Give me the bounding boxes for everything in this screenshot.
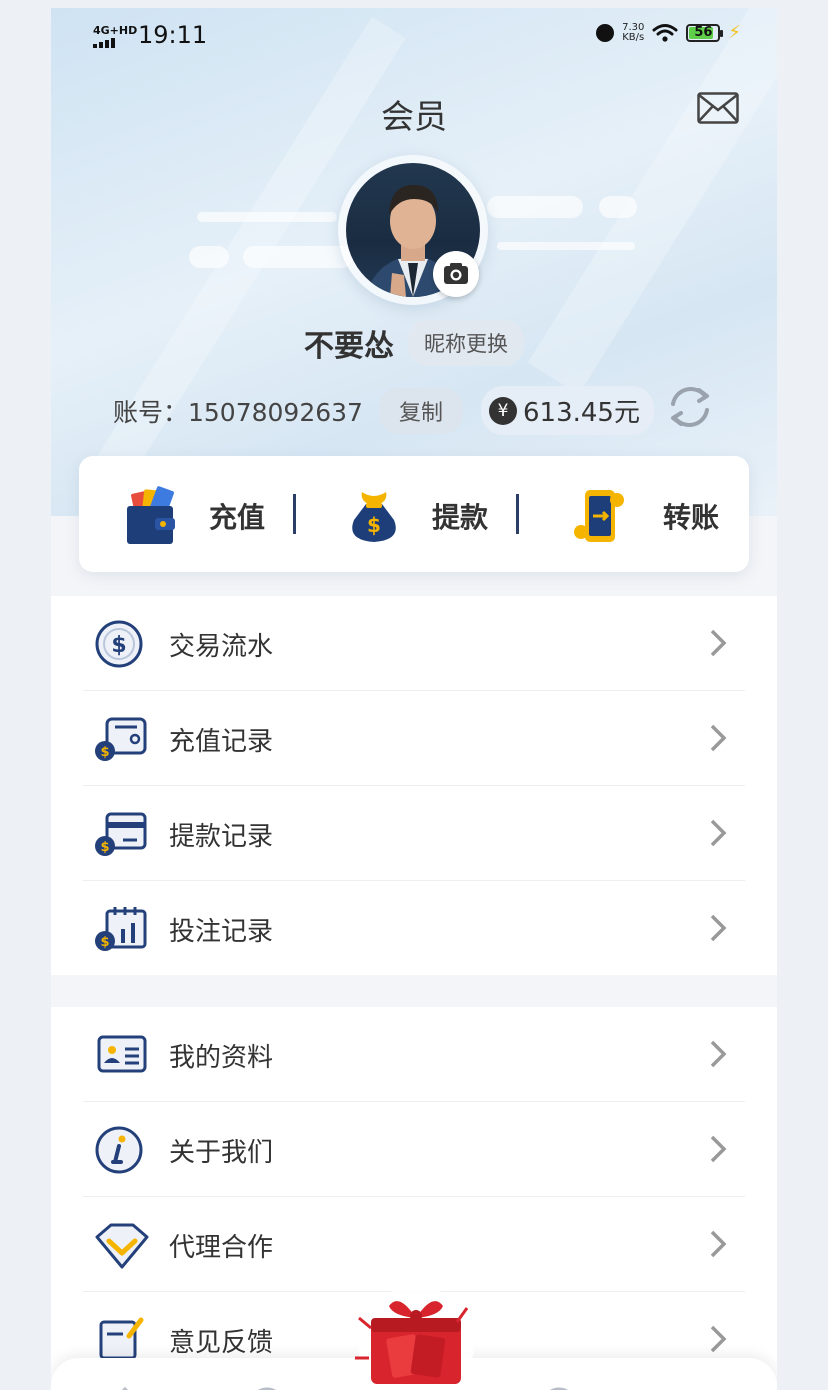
nickname: 不要怂 xyxy=(304,329,394,364)
status-time: 19:11 xyxy=(138,21,208,49)
withdraw-action[interactable]: $ 提款 xyxy=(302,456,525,572)
list-item-label: 代理合作 xyxy=(169,1233,274,1263)
records-list: $ 交易流水 $ 充值记录 $ 提款记录 $ 投注记录 xyxy=(51,596,777,975)
list-item-bet-records[interactable]: $ 投注记录 xyxy=(83,881,745,975)
network-speed: 7.30 KB/s xyxy=(622,21,645,43)
camera-icon[interactable] xyxy=(433,251,479,297)
recharge-label: 充值 xyxy=(209,501,266,534)
transfer-phone-icon xyxy=(574,490,624,542)
list-item-label: 交易流水 xyxy=(169,632,274,662)
yen-icon: ¥ xyxy=(488,396,517,425)
info-icon xyxy=(95,1126,143,1174)
list-item-label: 关于我们 xyxy=(169,1138,274,1168)
svg-text:$: $ xyxy=(100,745,109,760)
chevron-right-icon xyxy=(710,1230,727,1258)
chevron-right-icon xyxy=(710,819,727,847)
red-packet-gift-icon[interactable] xyxy=(349,1278,483,1390)
quick-actions-card: 充值 $ 提款 转账 xyxy=(79,456,749,572)
dollar-coin-icon: $ xyxy=(95,620,143,668)
list-item-label: 投注记录 xyxy=(169,917,274,947)
list-item-about-us[interactable]: 关于我们 xyxy=(83,1102,745,1197)
list-item-label: 提款记录 xyxy=(169,822,274,852)
alarm-icon xyxy=(596,23,615,42)
card-dollar-icon: $ xyxy=(95,812,147,856)
chevron-right-icon xyxy=(710,1325,727,1353)
service-tab-icon[interactable] xyxy=(539,1385,579,1390)
member-tab-icon[interactable] xyxy=(683,1385,723,1390)
money-bag-icon: $ xyxy=(352,492,396,542)
balance-value: 613.45元 xyxy=(522,398,640,428)
section-divider xyxy=(51,975,777,1007)
recharge-action[interactable]: 充值 xyxy=(79,456,302,572)
chevron-right-icon xyxy=(710,1040,727,1068)
calendar-chart-icon: $ xyxy=(95,907,147,951)
svg-text:$: $ xyxy=(367,513,381,537)
list-item-label: 意见反馈 xyxy=(169,1328,274,1358)
wallet-dollar-icon: $ xyxy=(95,717,147,761)
status-bar: 4G+HD 19:11 7.30 KB/s 56 ⚡ xyxy=(51,8,777,64)
member-page: 4G+HD 19:11 7.30 KB/s 56 ⚡ 会员 不要怂 昵称更换 账… xyxy=(51,8,777,1390)
wallet-icon xyxy=(127,486,175,544)
account-number: 账号：15078092637 xyxy=(113,397,363,427)
balance-badge: ¥ 613.45元 xyxy=(480,386,654,435)
refresh-icon[interactable] xyxy=(665,382,715,432)
svg-text:$: $ xyxy=(111,633,126,658)
copy-button[interactable]: 复制 xyxy=(378,387,463,434)
chevron-right-icon xyxy=(710,724,727,752)
page-title: 会员 xyxy=(381,97,447,136)
charging-icon: ⚡ xyxy=(728,22,741,43)
list-item-my-profile[interactable]: 我的资料 xyxy=(83,1007,745,1102)
list-item-label: 充值记录 xyxy=(169,727,274,757)
wifi-icon xyxy=(652,23,678,42)
list-item-transactions[interactable]: $ 交易流水 xyxy=(83,596,745,691)
chevron-right-icon xyxy=(710,629,727,657)
diamond-icon xyxy=(95,1223,149,1269)
list-item-label: 我的资料 xyxy=(169,1043,274,1073)
home-tab-icon[interactable] xyxy=(105,1385,145,1390)
svg-text:$: $ xyxy=(100,935,109,950)
svg-text:$: $ xyxy=(100,840,109,855)
profile-header: 4G+HD 19:11 7.30 KB/s 56 ⚡ 会员 不要怂 昵称更换 账… xyxy=(51,8,777,516)
list-item-withdraw-records[interactable]: $ 提款记录 xyxy=(83,786,745,881)
list-item-recharge-records[interactable]: $ 充值记录 xyxy=(83,691,745,786)
withdraw-label: 提款 xyxy=(432,501,489,534)
change-nickname-button[interactable]: 昵称更换 xyxy=(408,320,524,366)
signal-indicator: 4G+HD xyxy=(93,25,137,48)
transfer-action[interactable]: 转账 xyxy=(525,456,748,572)
chevron-right-icon xyxy=(710,914,727,942)
transfer-label: 转账 xyxy=(663,501,720,534)
chevron-right-icon xyxy=(710,1135,727,1163)
mail-icon[interactable] xyxy=(697,92,739,124)
activity-tab-icon[interactable] xyxy=(247,1385,287,1390)
battery-icon: 56 xyxy=(686,23,724,42)
id-card-icon xyxy=(97,1035,147,1073)
